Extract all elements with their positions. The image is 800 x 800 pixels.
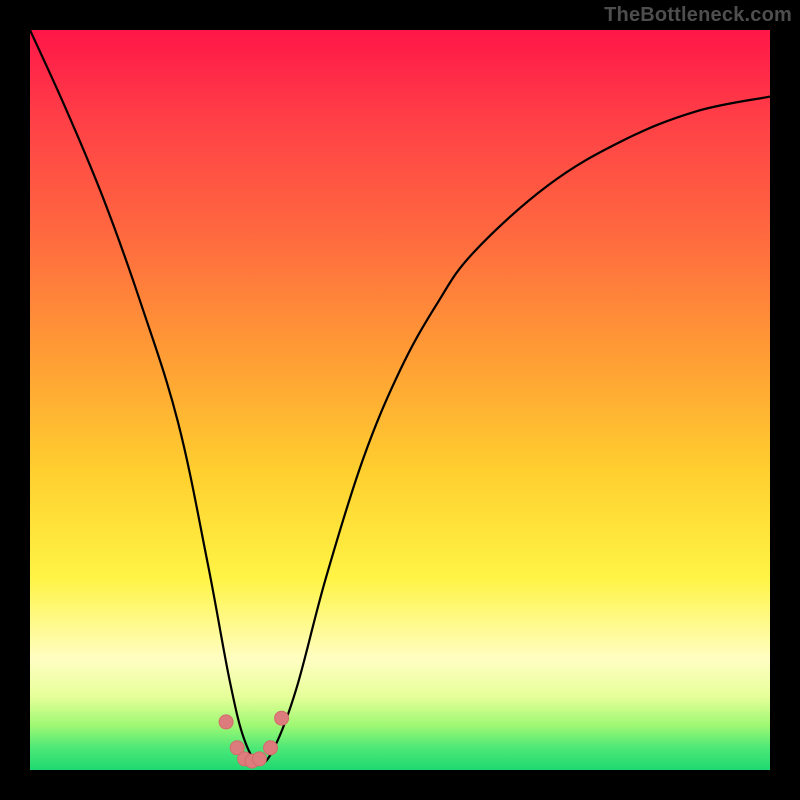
bottleneck-curve: [30, 30, 770, 763]
highlight-dot: [252, 752, 266, 766]
highlight-dot: [264, 741, 278, 755]
chart-frame: TheBottleneck.com: [0, 0, 800, 800]
curve-layer: [30, 30, 770, 770]
highlight-dot: [219, 715, 233, 729]
plot-area: [30, 30, 770, 770]
watermark-text: TheBottleneck.com: [604, 4, 792, 27]
highlight-dot: [275, 711, 289, 725]
